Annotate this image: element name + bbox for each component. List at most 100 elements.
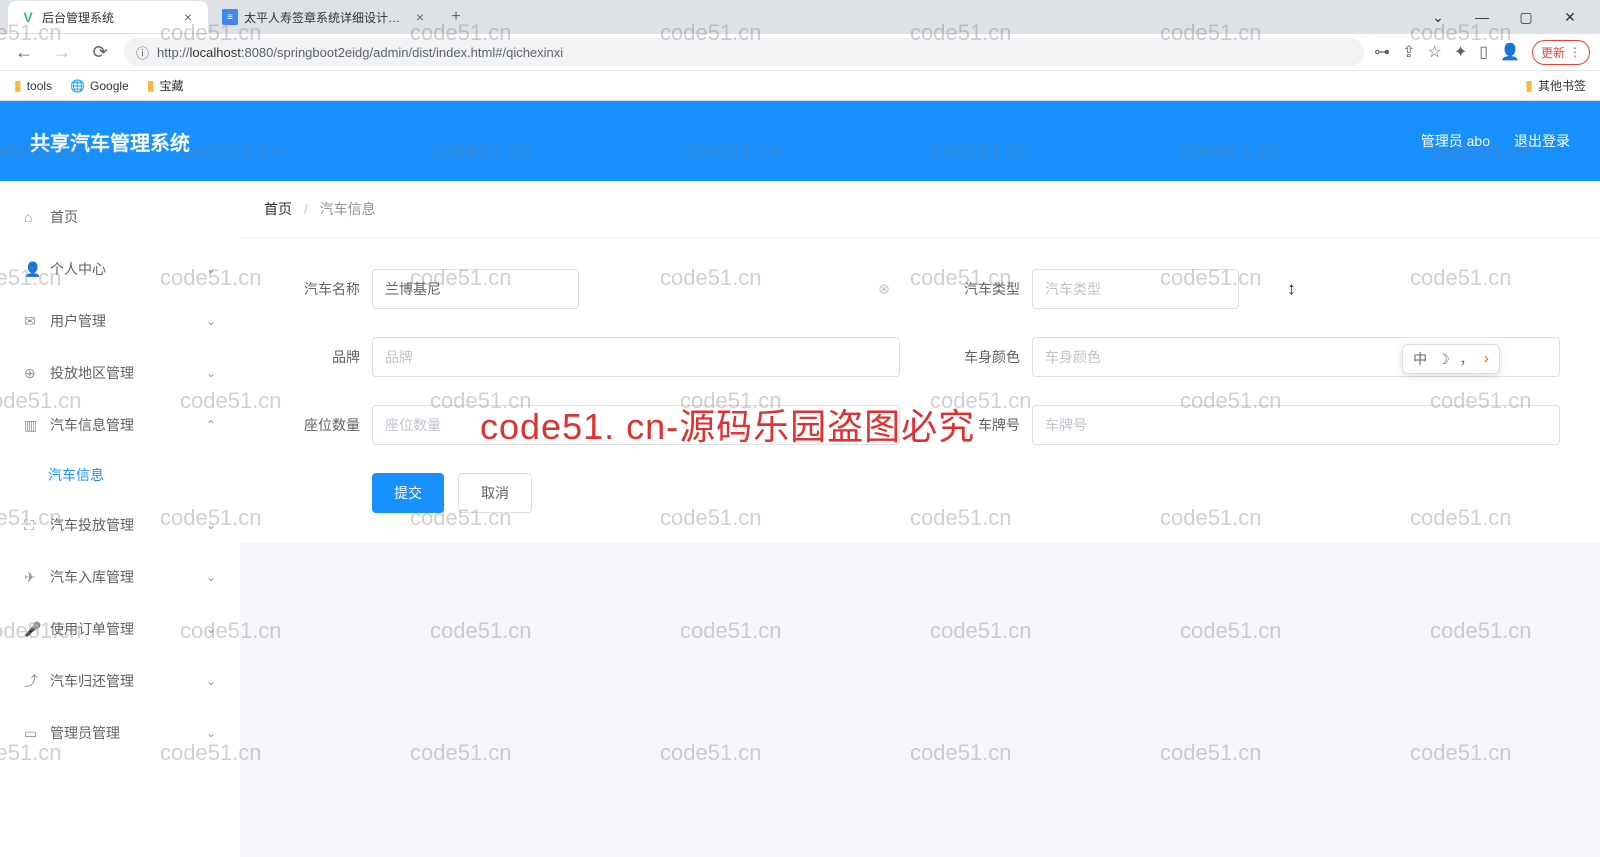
sidebar-item-profile[interactable]: 👤个人中心⌄: [0, 243, 240, 295]
breadcrumb-sep: /: [304, 201, 308, 217]
sidebar-item-home[interactable]: ⌂首页: [0, 191, 240, 243]
folder-icon: ▮: [1525, 77, 1533, 94]
chevron-down-icon: ⌄: [206, 262, 216, 276]
seats-label: 座位数量: [280, 415, 360, 435]
sidebar-item-inbound[interactable]: ✈汽车入库管理⌄: [0, 551, 240, 603]
close-icon[interactable]: ×: [180, 9, 196, 25]
breadcrumb-home[interactable]: 首页: [264, 201, 292, 217]
browser-tab-inactive[interactable]: ≡ 太平人寿签章系统详细设计文档 ×: [210, 1, 440, 33]
close-window-icon[interactable]: ✕: [1552, 3, 1588, 31]
form-group-name: 汽车名称 ⊗: [280, 269, 900, 309]
back-button[interactable]: ←: [10, 42, 38, 63]
new-tab-button[interactable]: +: [442, 3, 470, 31]
sidebar-item-admins[interactable]: ▭管理员管理⌄: [0, 707, 240, 759]
chevron-right-icon[interactable]: ›: [1484, 350, 1489, 368]
user-link[interactable]: 管理员 abo: [1421, 131, 1490, 151]
ime-widget[interactable]: 中 ☽ ， ›: [1402, 344, 1500, 374]
form-actions: 提交 取消: [280, 473, 1560, 513]
browser-chrome: V 后台管理系统 × ≡ 太平人寿签章系统详细设计文档 × + ⌄ — ▢ ✕ …: [0, 0, 1600, 101]
folder-icon: ▮: [14, 77, 22, 94]
send-icon: ✈: [24, 569, 40, 586]
update-button[interactable]: 更新 ⋮: [1532, 40, 1590, 65]
sidebar-item-orders[interactable]: 🎤使用订单管理⌄: [0, 603, 240, 655]
plate-input[interactable]: [1032, 405, 1560, 445]
tab-title: 太平人寿签章系统详细设计文档: [244, 9, 406, 26]
ime-lang[interactable]: 中: [1413, 349, 1427, 369]
doc-icon: ≡: [222, 9, 238, 25]
share-icon[interactable]: ⇪: [1402, 42, 1415, 62]
address-bar: ← → ⟳ ⓘ http://localhost:8080/springboot…: [0, 34, 1600, 70]
forward-button[interactable]: →: [48, 42, 76, 63]
app-header: 共享汽车管理系统 管理员 abo 退出登录: [0, 101, 1600, 181]
clear-icon[interactable]: ⊗: [878, 281, 890, 298]
sidebar-item-users[interactable]: ✉用户管理⌄: [0, 295, 240, 347]
globe-icon: ⊕: [24, 365, 40, 382]
chevron-up-icon: ⌃: [206, 418, 216, 432]
form-group-seats: 座位数量: [280, 405, 900, 445]
name-input[interactable]: [372, 269, 579, 309]
form-area: 汽车名称 ⊗ 汽车类型 ↕ 品牌: [240, 239, 1600, 543]
mic-icon: 🎤: [24, 621, 40, 638]
chevron-down-icon: ⌄: [206, 622, 216, 636]
profile-icon[interactable]: 👤: [1500, 42, 1520, 62]
minimize-icon[interactable]: —: [1464, 3, 1500, 31]
sidebar-item-carinfo[interactable]: ▥汽车信息管理⌃: [0, 399, 240, 451]
chat-icon: ▭: [24, 725, 40, 742]
monitor-icon: ▥: [24, 417, 40, 434]
form-group-type: 汽车类型 ↕: [940, 269, 1560, 309]
plate-label: 车牌号: [940, 415, 1020, 435]
folder-icon: ▮: [147, 77, 155, 94]
type-label: 汽车类型: [940, 279, 1020, 299]
breadcrumb-current: 汽车信息: [320, 201, 376, 217]
reader-icon[interactable]: ▯: [1479, 42, 1488, 62]
chevron-down-icon: ⌄: [206, 674, 216, 688]
cancel-button[interactable]: 取消: [458, 473, 532, 513]
dropdown-icon[interactable]: ⌄: [1420, 3, 1456, 31]
brand-label: 品牌: [280, 347, 360, 367]
extensions-icon[interactable]: ✦: [1454, 42, 1467, 62]
key-icon[interactable]: ⊶: [1374, 42, 1390, 62]
resize-cursor-icon: ↕: [1287, 279, 1296, 300]
maximize-icon[interactable]: ▢: [1508, 3, 1544, 31]
url-text: http://localhost:8080/springboot2eidg/ad…: [157, 45, 563, 60]
toolbar-right: ⊶ ⇪ ☆ ✦ ▯ 👤 更新 ⋮: [1374, 40, 1590, 65]
brand-input[interactable]: [372, 337, 900, 377]
app-title: 共享汽车管理系统: [30, 127, 190, 156]
mail-icon: ✉: [24, 313, 40, 330]
browser-tab-active[interactable]: V 后台管理系统 ×: [8, 1, 208, 33]
close-icon[interactable]: ×: [412, 9, 428, 25]
reload-button[interactable]: ⟳: [86, 42, 114, 63]
tab-strip: V 后台管理系统 × ≡ 太平人寿签章系统详细设计文档 × + ⌄ — ▢ ✕: [0, 0, 1600, 34]
form-group-brand: 品牌: [280, 337, 900, 377]
type-select[interactable]: [1032, 269, 1239, 309]
sidebar-item-deploy[interactable]: ⛶汽车投放管理⌄: [0, 499, 240, 551]
star-icon[interactable]: ☆: [1428, 42, 1442, 62]
info-icon: ⓘ: [136, 43, 149, 62]
app-body: ⌂首页 👤个人中心⌄ ✉用户管理⌄ ⊕投放地区管理⌄ ▥汽车信息管理⌃ 汽车信息…: [0, 181, 1600, 857]
bookmark-other[interactable]: ▮其他书签: [1525, 77, 1586, 94]
url-input[interactable]: ⓘ http://localhost:8080/springboot2eidg/…: [124, 38, 1364, 66]
moon-icon[interactable]: ☽: [1437, 351, 1450, 368]
sidebar-item-return[interactable]: ⤴汽车归还管理⌄: [0, 655, 240, 707]
user-icon: 👤: [24, 261, 40, 278]
logout-link[interactable]: 退出登录: [1514, 131, 1570, 151]
seats-input[interactable]: [372, 405, 900, 445]
sidebar-sub-carinfo[interactable]: 汽车信息: [0, 451, 240, 499]
bookmark-tools[interactable]: ▮tools: [14, 77, 52, 94]
sidebar: ⌂首页 👤个人中心⌄ ✉用户管理⌄ ⊕投放地区管理⌄ ▥汽车信息管理⌃ 汽车信息…: [0, 181, 240, 857]
globe-icon: 🌐: [70, 79, 85, 93]
home-icon: ⌂: [24, 209, 40, 225]
header-right: 管理员 abo 退出登录: [1421, 131, 1570, 151]
route-icon: ⤴: [24, 671, 40, 691]
bookmark-baozang[interactable]: ▮宝藏: [147, 77, 184, 94]
sidebar-item-region[interactable]: ⊕投放地区管理⌄: [0, 347, 240, 399]
ime-comma[interactable]: ，: [1460, 349, 1474, 369]
content: 首页 / 汽车信息 汽车名称 ⊗ 汽车类型 ↕: [240, 181, 1600, 857]
name-label: 汽车名称: [280, 279, 360, 299]
form-group-plate: 车牌号: [940, 405, 1560, 445]
chevron-down-icon: ⌄: [206, 314, 216, 328]
submit-button[interactable]: 提交: [372, 473, 444, 513]
vue-icon: V: [20, 9, 36, 25]
bookmark-google[interactable]: 🌐Google: [70, 79, 129, 93]
window-controls: ⌄ — ▢ ✕: [1420, 3, 1600, 31]
